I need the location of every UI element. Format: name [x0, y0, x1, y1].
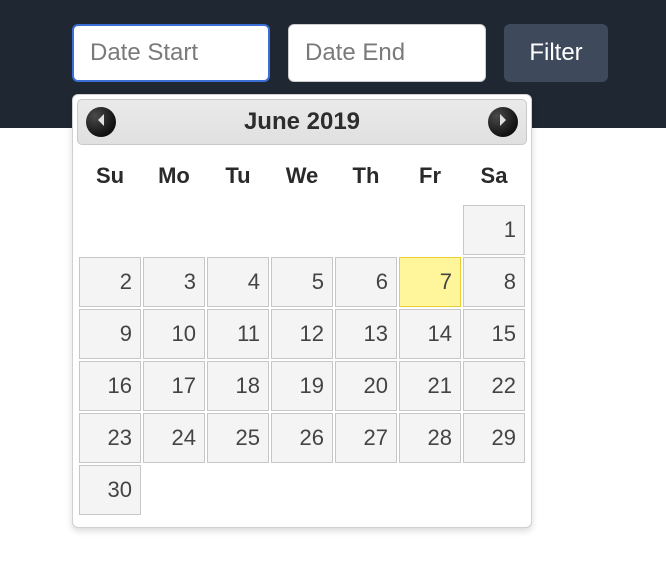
- calendar-day[interactable]: 20: [335, 361, 397, 411]
- calendar-day[interactable]: 15: [463, 309, 525, 359]
- calendar-empty-cell: [79, 205, 141, 255]
- calendar-day[interactable]: 22: [463, 361, 525, 411]
- calendar-day[interactable]: 9: [79, 309, 141, 359]
- date-start-input[interactable]: [72, 24, 270, 82]
- weekday-header: Fr: [399, 153, 461, 203]
- calendar-empty-cell: [207, 205, 269, 255]
- date-end-input[interactable]: [288, 24, 486, 82]
- date-picker-title: June 2019: [244, 108, 360, 136]
- weekday-header: We: [271, 153, 333, 203]
- calendar-day[interactable]: 25: [207, 413, 269, 463]
- calendar-day[interactable]: 3: [143, 257, 205, 307]
- calendar-empty-cell: [207, 465, 269, 515]
- calendar-day[interactable]: 21: [399, 361, 461, 411]
- calendar-empty-cell: [143, 465, 205, 515]
- calendar-day[interactable]: 30: [79, 465, 141, 515]
- calendar-day[interactable]: 10: [143, 309, 205, 359]
- calendar-day[interactable]: 26: [271, 413, 333, 463]
- calendar-day[interactable]: 1: [463, 205, 525, 255]
- calendar-empty-cell: [143, 205, 205, 255]
- chevron-right-icon: [498, 113, 508, 131]
- calendar-empty-cell: [399, 465, 461, 515]
- calendar-day[interactable]: 29: [463, 413, 525, 463]
- calendar-day[interactable]: 6: [335, 257, 397, 307]
- calendar-day[interactable]: 24: [143, 413, 205, 463]
- calendar-empty-cell: [399, 205, 461, 255]
- weekday-header: Th: [335, 153, 397, 203]
- calendar-day[interactable]: 19: [271, 361, 333, 411]
- filter-button[interactable]: Filter: [504, 24, 608, 82]
- weekday-header: Mo: [143, 153, 205, 203]
- weekday-header: Su: [79, 153, 141, 203]
- calendar-day[interactable]: 13: [335, 309, 397, 359]
- calendar-day[interactable]: 27: [335, 413, 397, 463]
- weekday-header: Tu: [207, 153, 269, 203]
- date-picker-header: June 2019: [77, 99, 527, 145]
- weekday-header: Sa: [463, 153, 525, 203]
- calendar-day[interactable]: 8: [463, 257, 525, 307]
- calendar-empty-cell: [463, 465, 525, 515]
- calendar-day[interactable]: 28: [399, 413, 461, 463]
- calendar-day[interactable]: 4: [207, 257, 269, 307]
- chevron-left-icon: [96, 113, 106, 131]
- calendar-day[interactable]: 17: [143, 361, 205, 411]
- calendar-day[interactable]: 16: [79, 361, 141, 411]
- calendar-empty-cell: [335, 465, 397, 515]
- calendar-empty-cell: [271, 465, 333, 515]
- calendar-day[interactable]: 2: [79, 257, 141, 307]
- calendar-day[interactable]: 18: [207, 361, 269, 411]
- calendar-grid: Su Mo Tu We Th Fr Sa 1234567891011121314…: [77, 151, 527, 517]
- calendar-day[interactable]: 7: [399, 257, 461, 307]
- prev-month-button[interactable]: [86, 107, 116, 137]
- calendar-day[interactable]: 12: [271, 309, 333, 359]
- calendar-day[interactable]: 11: [207, 309, 269, 359]
- date-picker: June 2019 Su Mo Tu We Th Fr Sa 123456789…: [72, 94, 532, 528]
- calendar-empty-cell: [271, 205, 333, 255]
- next-month-button[interactable]: [488, 107, 518, 137]
- calendar-day[interactable]: 14: [399, 309, 461, 359]
- calendar-day[interactable]: 5: [271, 257, 333, 307]
- calendar-empty-cell: [335, 205, 397, 255]
- calendar-day[interactable]: 23: [79, 413, 141, 463]
